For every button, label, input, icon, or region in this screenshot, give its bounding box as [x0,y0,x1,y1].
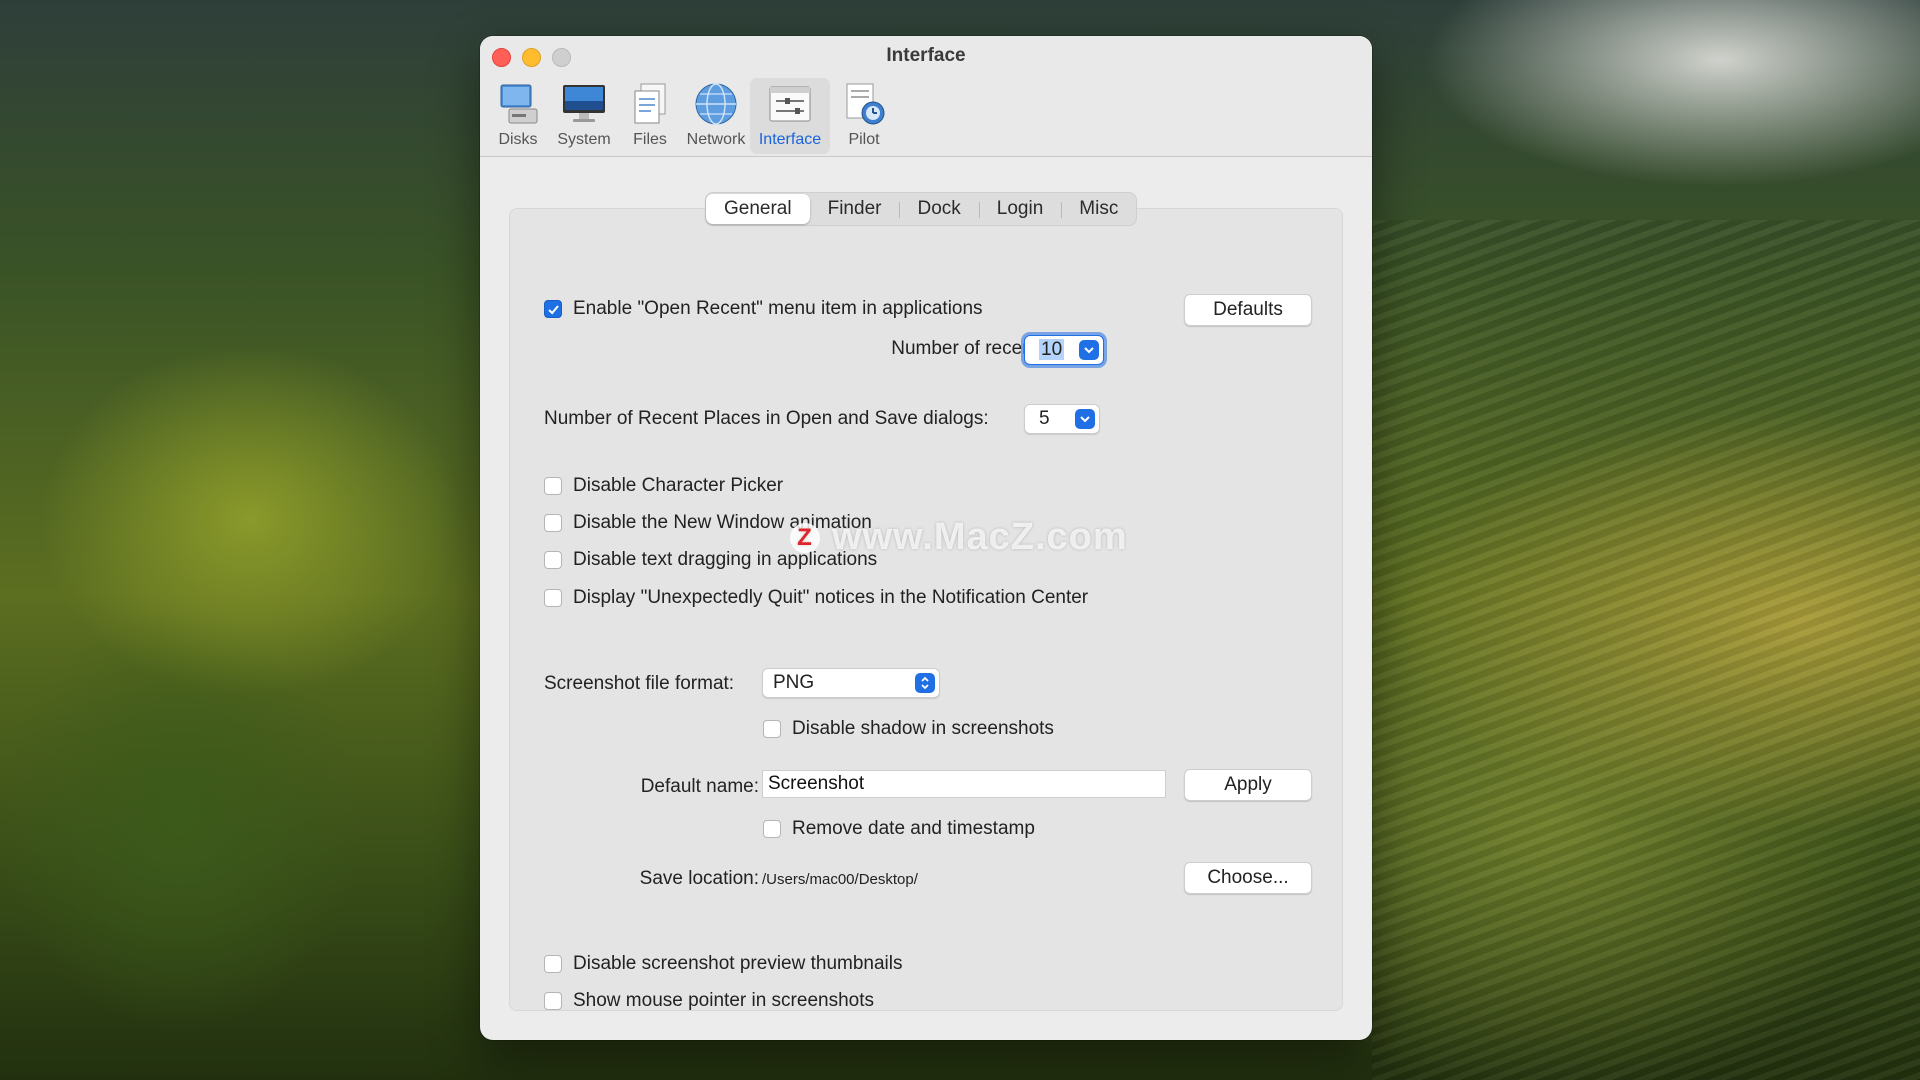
tab-login[interactable]: Login [978,194,1062,224]
toolbar-label: Disks [498,131,538,148]
recent-items-popup[interactable]: 10 [1024,335,1104,365]
save-location-path: /Users/mac00/Desktop/ [762,871,918,888]
screenshot-format-popup[interactable]: PNG [762,668,940,698]
content-area: General Finder Dock Login Misc Enable "O… [480,157,1372,1040]
checkmark-icon [547,304,559,314]
recent-places-label: Number of Recent Places in Open and Save… [544,408,989,429]
choose-button[interactable]: Choose... [1184,862,1312,894]
toolbar-item-pilot[interactable]: Pilot [832,78,896,154]
tab-finder[interactable]: Finder [810,194,900,224]
open-recent-label: Enable "Open Recent" menu item in applic… [573,298,983,319]
default-name-field[interactable]: Screenshot [762,770,1166,798]
checkbox[interactable] [544,514,562,532]
titlebar: Interface Disks System Files Network Int… [480,36,1372,157]
files-icon [634,83,666,124]
tab-general[interactable]: General [706,194,810,224]
recent-places-value: 5 [1039,408,1050,429]
network-icon [695,83,737,125]
pilot-icon [846,83,885,125]
tab-bar: General Finder Dock Login Misc [705,192,1138,226]
toolbar-item-network[interactable]: Network [684,78,748,154]
recent-places-popup[interactable]: 5 [1024,404,1100,434]
checkbox[interactable] [544,477,562,495]
unexpectedly-quit-notices-option[interactable]: Display "Unexpectedly Quit" notices in t… [544,587,1088,609]
toolbar-label: Files [633,131,667,148]
screenshot-format-label: Screenshot file format: [544,673,735,694]
chevron-down-icon [1075,409,1095,429]
screenshot-format-value: PNG [773,672,815,693]
option-label: Remove date and timestamp [792,818,1035,839]
toolbar-item-system[interactable]: System [552,78,616,154]
checkbox[interactable] [544,551,562,569]
watermark-text: www.MacZ.com [832,516,1128,558]
tab-misc[interactable]: Misc [1061,194,1136,224]
window-title: Interface [886,45,966,66]
toolbar: Disks System Files Network Interface Pil… [486,78,898,154]
disable-preview-thumbnails-option[interactable]: Disable screenshot preview thumbnails [544,953,903,975]
apply-button[interactable]: Apply [1184,769,1312,801]
watermark: Z www.MacZ.com [790,516,1128,559]
toolbar-label: Network [686,131,746,148]
recent-items-value: 10 [1039,339,1065,360]
tab-dock[interactable]: Dock [899,194,978,224]
up-down-chevron-icon [915,673,935,693]
open-recent-checkbox[interactable] [544,300,562,318]
checkbox[interactable] [544,955,562,973]
option-label: Disable screenshot preview thumbnails [573,953,903,974]
desktop-wallpaper [1372,220,1920,1080]
system-icon [563,85,605,122]
save-location-label: Save location: [639,868,759,889]
remove-date-option[interactable]: Remove date and timestamp [763,818,1035,840]
default-name-label: Default name: [640,776,759,797]
toolbar-label: Interface [758,131,822,148]
toolbar-label: System [557,131,611,148]
chevron-down-icon [1079,340,1099,360]
option-label: Disable shadow in screenshots [792,718,1054,739]
watermark-logo: Z [790,522,820,553]
option-label: Display "Unexpectedly Quit" notices in t… [573,587,1089,608]
checkbox[interactable] [763,720,781,738]
open-recent-option[interactable]: Enable "Open Recent" menu item in applic… [544,298,983,320]
option-label: Disable Character Picker [573,475,784,496]
toolbar-item-files[interactable]: Files [618,78,682,154]
toolbar-item-interface[interactable]: Interface [750,78,830,154]
checkbox[interactable] [544,589,562,607]
show-mouse-pointer-option[interactable]: Show mouse pointer in screenshots [544,990,874,1012]
toolbar-label: Pilot [848,131,880,148]
toolbar-item-disks[interactable]: Disks [486,78,550,154]
option-label: Show mouse pointer in screenshots [573,990,874,1011]
disable-shadow-option[interactable]: Disable shadow in screenshots [763,718,1054,740]
defaults-button[interactable]: Defaults [1184,294,1312,326]
checkbox[interactable] [763,820,781,838]
disable-character-picker-option[interactable]: Disable Character Picker [544,475,783,497]
disks-icon [500,84,538,124]
checkbox[interactable] [544,992,562,1010]
interface-icon [769,86,811,122]
